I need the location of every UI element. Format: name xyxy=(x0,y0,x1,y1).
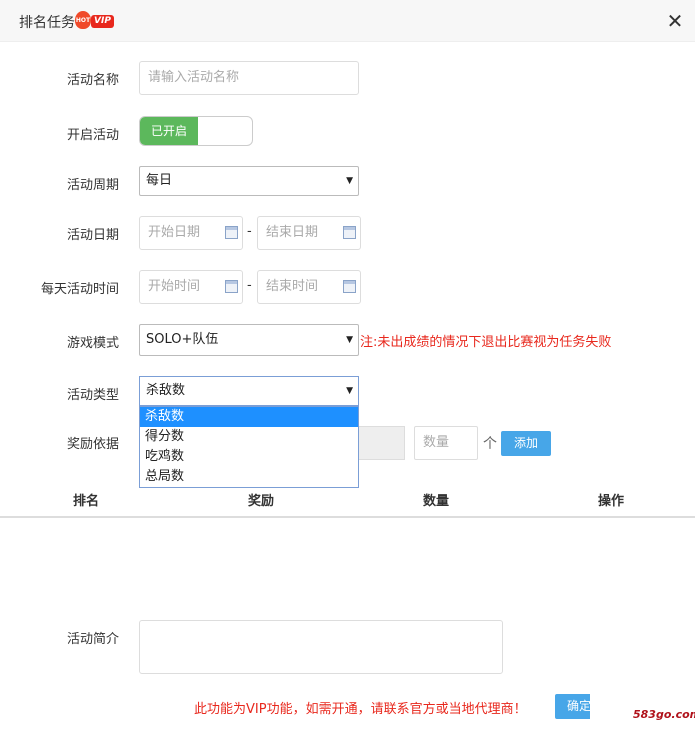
calendar-icon[interactable] xyxy=(225,226,238,239)
activity-intro-label: 活动简介 xyxy=(66,632,119,647)
activity-name-placeholder: 请输入活动名称 xyxy=(148,70,240,85)
enable-activity-toggle[interactable]: 已开启 xyxy=(139,116,253,146)
activity-cycle-value: 每日 xyxy=(146,173,173,188)
enable-activity-label: 开启活动 xyxy=(66,128,119,143)
end-date-placeholder: 结束日期 xyxy=(266,225,319,240)
vip-notice: 此功能为VIP功能，如需开通，请联系官方或当地代理商！ xyxy=(194,702,527,717)
chevron-down-icon: ▼ xyxy=(346,335,353,345)
table-header-divider xyxy=(0,516,695,518)
start-date-placeholder: 开始日期 xyxy=(148,225,201,240)
activity-name-input[interactable]: 请输入活动名称 xyxy=(139,61,359,95)
vip-badge: VIP xyxy=(91,15,114,28)
end-date-input[interactable]: 结束日期 xyxy=(257,216,361,250)
start-date-input[interactable]: 开始日期 xyxy=(139,216,243,250)
watermark: 583go.com xyxy=(633,708,695,721)
hot-badge-icon: HOT xyxy=(75,11,91,29)
time-separator: - xyxy=(247,278,252,293)
date-separator: - xyxy=(247,224,252,239)
activity-cycle-label: 活动周期 xyxy=(66,178,119,193)
activity-cycle-select[interactable]: 每日 ▼ xyxy=(139,166,359,196)
calendar-icon[interactable] xyxy=(343,280,356,293)
calendar-icon[interactable] xyxy=(225,280,238,293)
start-time-input[interactable]: 开始时间 xyxy=(139,270,243,304)
game-mode-label: 游戏模式 xyxy=(66,336,119,351)
reward-field-disabled xyxy=(357,426,405,460)
quantity-input[interactable]: 数量 xyxy=(414,426,478,460)
option-chicken-dinners[interactable]: 吃鸡数 xyxy=(140,447,358,467)
chevron-down-icon: ▼ xyxy=(346,176,353,186)
close-icon[interactable]: ✕ xyxy=(664,9,686,33)
game-mode-note: 注:未出成绩的情况下退出比赛视为任务失败 xyxy=(360,335,612,350)
option-total-matches[interactable]: 总局数 xyxy=(140,467,358,487)
option-kills[interactable]: 杀敌数 xyxy=(140,407,358,427)
dialog-titlebar: 排名任务 HOT VIP ✕ xyxy=(0,0,695,42)
activity-intro-textarea[interactable] xyxy=(139,620,503,674)
game-mode-select[interactable]: SOLO+队伍 ▼ xyxy=(139,324,359,356)
column-header-reward: 奖励 xyxy=(248,494,275,509)
activity-type-value: 杀敌数 xyxy=(146,383,186,398)
option-score[interactable]: 得分数 xyxy=(140,427,358,447)
activity-type-select[interactable]: 杀敌数 ▼ xyxy=(139,376,359,406)
end-time-placeholder: 结束时间 xyxy=(266,279,319,294)
daily-time-label: 每天活动时间 xyxy=(40,282,119,297)
confirm-button[interactable]: 确定 xyxy=(555,694,590,719)
add-button[interactable]: 添加 xyxy=(501,431,551,456)
column-header-rank: 排名 xyxy=(73,494,100,509)
activity-type-label: 活动类型 xyxy=(66,388,119,403)
activity-type-options: 杀敌数 得分数 吃鸡数 总局数 xyxy=(139,406,359,488)
calendar-icon[interactable] xyxy=(343,226,356,239)
reward-basis-label: 奖励依据 xyxy=(66,437,119,452)
quantity-unit: 个 xyxy=(483,436,497,452)
activity-name-label: 活动名称 xyxy=(66,73,119,88)
column-header-quantity: 数量 xyxy=(423,494,450,509)
quantity-placeholder: 数量 xyxy=(423,435,450,450)
toggle-on-label: 已开启 xyxy=(140,117,198,145)
end-time-input[interactable]: 结束时间 xyxy=(257,270,361,304)
chevron-down-icon: ▼ xyxy=(346,386,353,396)
column-header-action: 操作 xyxy=(598,494,625,509)
game-mode-value: SOLO+队伍 xyxy=(146,332,219,347)
start-time-placeholder: 开始时间 xyxy=(148,279,201,294)
dialog-title: 排名任务 xyxy=(19,15,75,31)
activity-date-label: 活动日期 xyxy=(66,228,119,243)
